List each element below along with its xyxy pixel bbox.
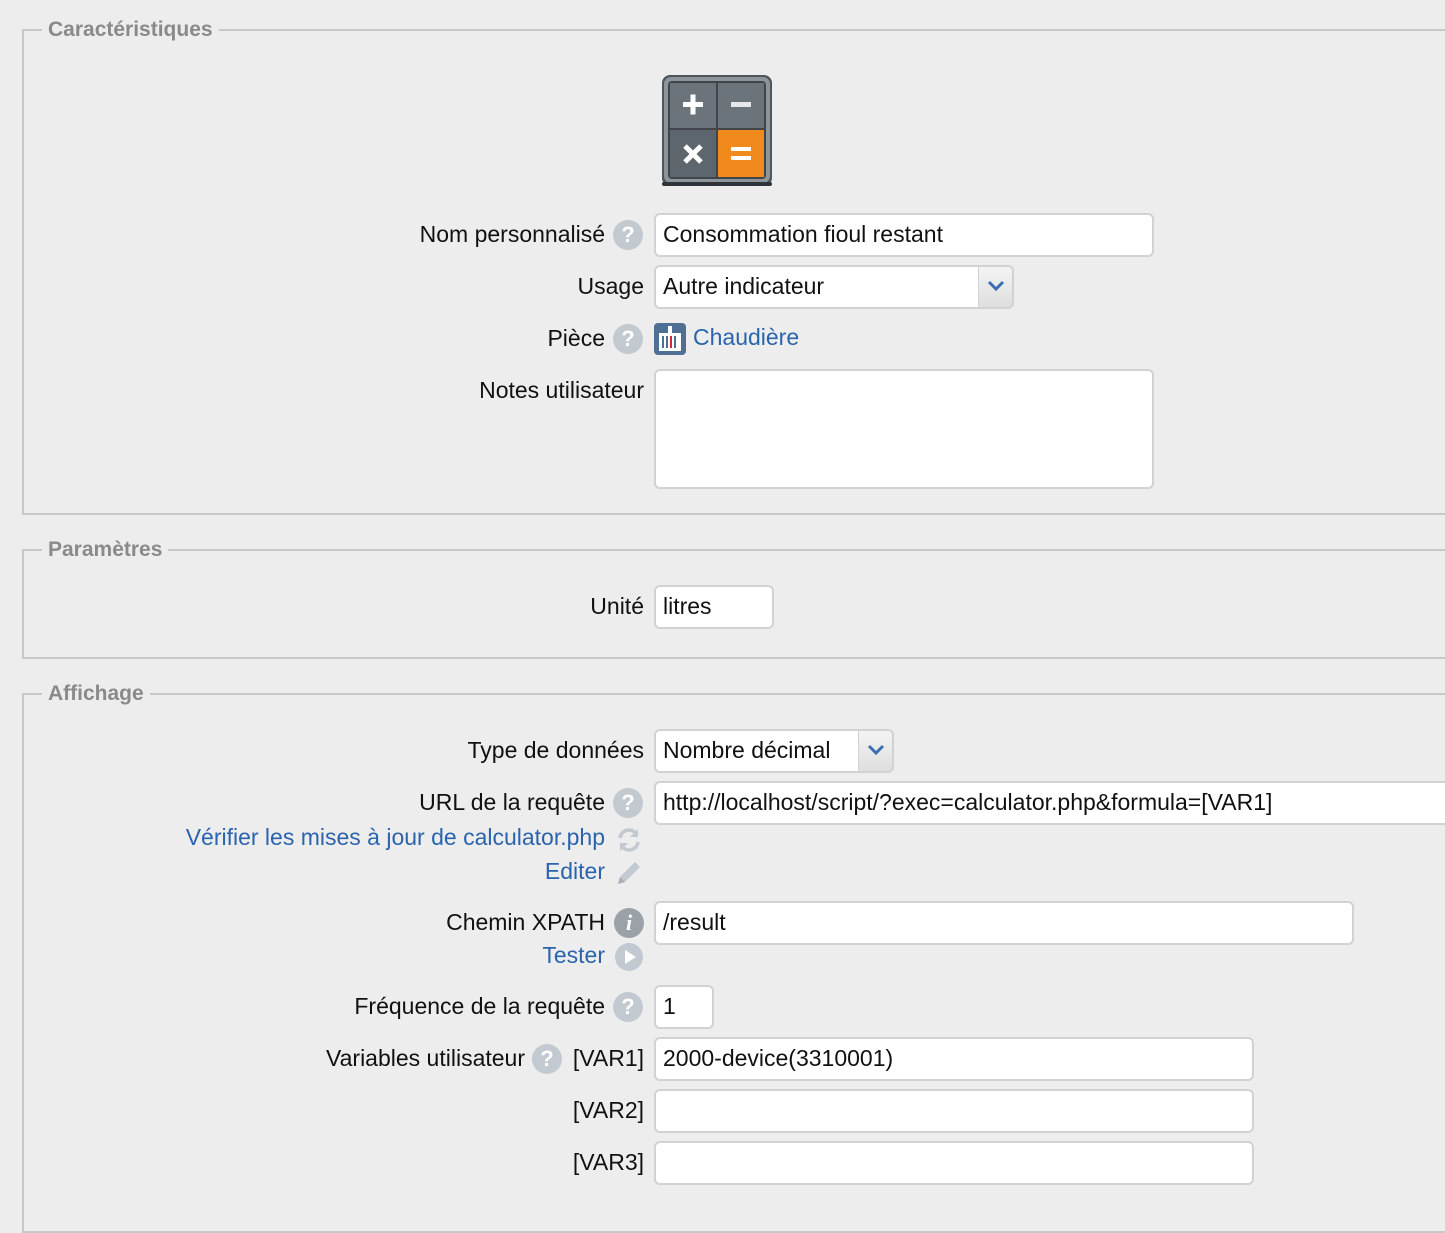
pencil-icon[interactable] bbox=[614, 858, 644, 888]
data-type-dropdown-button[interactable] bbox=[859, 729, 894, 773]
usage-select[interactable]: Autre indicateur bbox=[654, 265, 980, 309]
help-icon[interactable]: ? bbox=[613, 220, 643, 250]
unit-input[interactable]: litres bbox=[654, 585, 774, 629]
info-icon[interactable]: i bbox=[614, 908, 644, 938]
xpath-label: Chemin XPATH bbox=[446, 909, 605, 935]
var1-label: [VAR1] bbox=[572, 1045, 644, 1071]
custom-name-input[interactable]: Consommation fioul restant bbox=[654, 213, 1154, 257]
edit-link[interactable]: Editer bbox=[545, 857, 605, 885]
calculator-icon bbox=[661, 74, 773, 187]
var2-input[interactable] bbox=[654, 1089, 1254, 1133]
notes-textarea[interactable] bbox=[654, 369, 1154, 489]
var3-input[interactable] bbox=[654, 1141, 1254, 1185]
frequency-input[interactable]: 1 bbox=[654, 985, 714, 1029]
section-title-parametres: Paramètres bbox=[42, 537, 169, 563]
help-icon[interactable]: ? bbox=[613, 992, 643, 1022]
room-link[interactable]: Chaudière bbox=[693, 323, 799, 351]
chevron-down-icon bbox=[987, 280, 1005, 292]
section-title-affichage: Affichage bbox=[42, 681, 150, 707]
boiler-room-icon bbox=[654, 323, 686, 355]
var3-label: [VAR3] bbox=[572, 1149, 644, 1175]
play-icon[interactable] bbox=[614, 942, 644, 972]
frequency-label: Fréquence de la requête bbox=[354, 993, 605, 1019]
request-url-input[interactable]: http://localhost/script/?exec=calculator… bbox=[654, 781, 1445, 825]
help-icon[interactable]: ? bbox=[613, 324, 643, 354]
chevron-down-icon bbox=[867, 744, 885, 756]
usage-dropdown-button[interactable] bbox=[979, 265, 1014, 309]
test-link[interactable]: Tester bbox=[542, 941, 605, 969]
usage-label: Usage bbox=[577, 273, 644, 299]
data-type-label: Type de données bbox=[467, 737, 644, 763]
data-type-select[interactable]: Nombre décimal bbox=[654, 729, 860, 773]
unit-label: Unité bbox=[590, 593, 644, 619]
var2-label: [VAR2] bbox=[572, 1097, 644, 1123]
request-url-label: URL de la requête bbox=[419, 789, 605, 815]
var1-input[interactable]: 2000-device(3310001) bbox=[654, 1037, 1254, 1081]
xpath-input[interactable]: /result bbox=[654, 901, 1354, 945]
check-updates-link[interactable]: Vérifier les mises à jour de calculator.… bbox=[186, 823, 605, 851]
refresh-icon[interactable] bbox=[614, 825, 644, 855]
user-variables-label: Variables utilisateur bbox=[325, 1045, 525, 1071]
custom-name-label: Nom personnalisé bbox=[419, 221, 605, 247]
help-icon[interactable]: ? bbox=[613, 788, 643, 818]
help-icon[interactable]: ? bbox=[532, 1044, 562, 1074]
room-label: Pièce bbox=[547, 325, 605, 351]
section-title-caracteristiques: Caractéristiques bbox=[42, 17, 219, 43]
notes-label: Notes utilisateur bbox=[479, 377, 644, 403]
